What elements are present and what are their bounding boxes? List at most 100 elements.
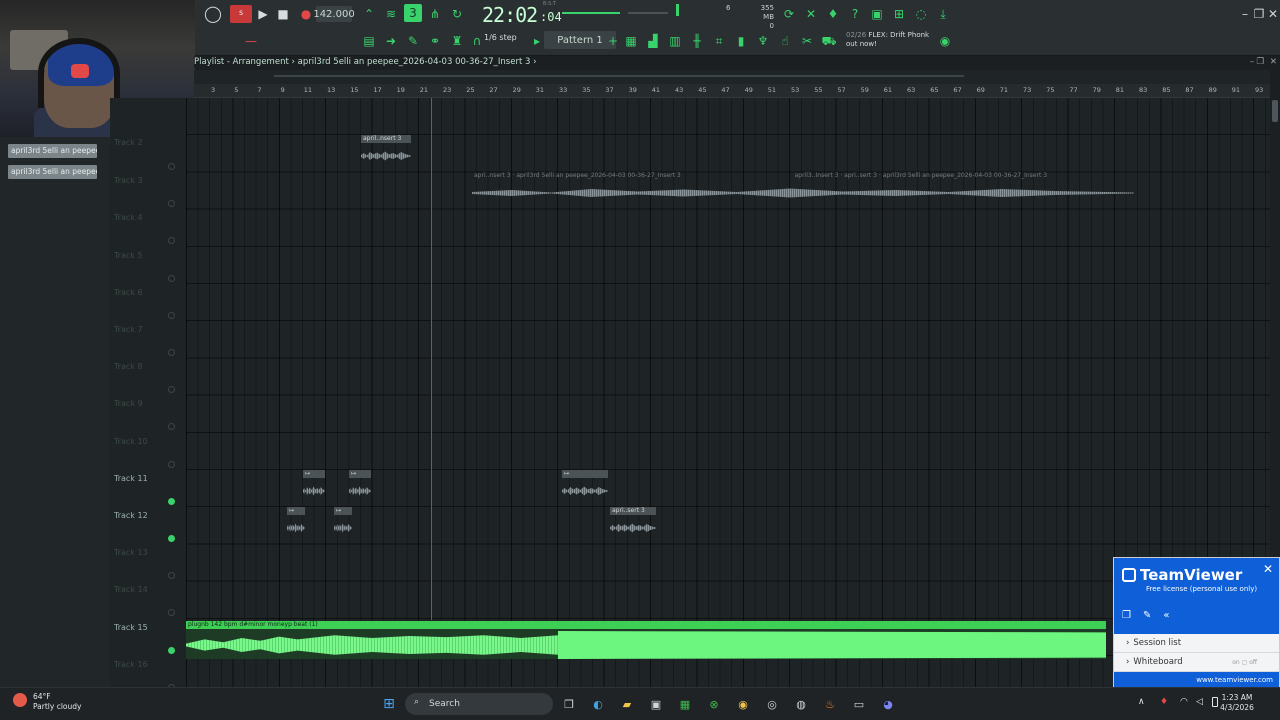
app-icon[interactable]: ▭: [850, 695, 868, 713]
playlist-icon[interactable]: ▦: [622, 32, 640, 50]
beat-audio-clip[interactable]: plugnb 142 bpm d#minor moneyp beat (1): [186, 621, 1106, 659]
timeline-ruler[interactable]: 3 5 7 9 11 13 15 17 19 21 23 25 27 29 31 33 35 37 39 41 43 45…: [194, 84, 1270, 98]
countdown-icon[interactable]: 3: [404, 4, 422, 22]
midi-icon[interactable]: ⊞: [890, 5, 908, 23]
playlist-title-bar[interactable]: Playlist - Arrangement › april3rd 5elli …: [194, 56, 1280, 68]
playhead-marker[interactable]: [431, 98, 432, 620]
loop-record-icon[interactable]: ↻: [448, 5, 466, 23]
track-mute-dot[interactable]: [168, 423, 175, 431]
track-name[interactable]: Track 12: [114, 511, 148, 520]
channel-rack-icon[interactable]: ▟: [644, 32, 662, 50]
audio-clip[interactable]: ↦: [349, 470, 371, 506]
download-icon[interactable]: ⤓: [934, 5, 952, 23]
track-mute-dot[interactable]: [168, 572, 175, 580]
track-name[interactable]: Track 14: [114, 585, 148, 594]
snap-selector[interactable]: 1/6 step: [484, 33, 517, 42]
plugin-database-icon[interactable]: ▮: [732, 32, 750, 50]
metronome-loop-icon[interactable]: ◯: [204, 5, 222, 23]
track-name[interactable]: Track 9: [114, 399, 143, 408]
track-name[interactable]: Track 2: [114, 138, 143, 147]
playlist-close-icon[interactable]: ✕: [1270, 56, 1277, 68]
audio-clip[interactable]: ↦: [562, 470, 608, 506]
xbox-icon[interactable]: ⊗: [705, 695, 723, 713]
track-mute-dot[interactable]: [168, 460, 175, 468]
pencil-icon[interactable]: ✎: [404, 32, 422, 50]
track-mute-dot[interactable]: [168, 200, 175, 208]
record-icon[interactable]: ●: [297, 5, 315, 23]
plugin-picker-icon[interactable]: ♆: [754, 32, 772, 50]
track-name[interactable]: Track 6: [114, 288, 143, 297]
session-list-row[interactable]: › Session list: [1114, 634, 1279, 653]
link-icon[interactable]: ⚭: [426, 32, 444, 50]
track-mute-dot[interactable]: [168, 535, 175, 542]
playlist-grid[interactable]: april..nsert 3 apri..nsert 3 · april3rd …: [186, 98, 1270, 687]
piano-roll-icon[interactable]: ▤: [360, 32, 378, 50]
arrow-right-icon[interactable]: ➜: [382, 32, 400, 50]
add-pattern-icon[interactable]: +: [604, 32, 622, 50]
track-name[interactable]: Track 4: [114, 213, 143, 222]
browser-icon[interactable]: ⌗: [710, 32, 728, 50]
picker-item[interactable]: april3rd 5elli an peepee_: [8, 144, 97, 158]
playlist-minimize-icon[interactable]: –: [1250, 56, 1254, 68]
file-explorer-icon[interactable]: ▰: [618, 695, 636, 713]
save-icon[interactable]: ▣: [868, 5, 886, 23]
fl-studio-icon[interactable]: ♨: [821, 695, 839, 713]
overview-thumb[interactable]: [274, 75, 964, 77]
discord-icon[interactable]: ◕: [879, 695, 897, 713]
wait-input-icon[interactable]: ≋: [382, 5, 400, 23]
mixer-icon[interactable]: ╫: [688, 32, 706, 50]
play-icon[interactable]: ▶: [254, 5, 272, 23]
audio-clip[interactable]: ↦: [303, 470, 325, 506]
playlist-restore-icon[interactable]: ❐: [1256, 56, 1264, 68]
whiteboard-toggle[interactable]: on ▢ off: [1232, 659, 1257, 666]
teamviewer-close-icon[interactable]: ✕: [1263, 562, 1273, 576]
edge-icon[interactable]: ◐: [589, 695, 607, 713]
track-mute-dot[interactable]: [168, 609, 175, 617]
track-mute-dot[interactable]: [168, 237, 175, 245]
step-edit-icon[interactable]: ⋔: [426, 5, 444, 23]
teamviewer-url[interactable]: www.teamviewer.com: [1114, 672, 1279, 688]
news-globe-icon[interactable]: ◉: [936, 32, 954, 50]
audio-clip[interactable]: april..nsert 3: [361, 135, 411, 171]
master-pitch-slider[interactable]: [628, 12, 668, 14]
minecraft-icon[interactable]: ▦: [676, 695, 694, 713]
steam-icon[interactable]: ◍: [792, 695, 810, 713]
help-icon[interactable]: ?: [846, 5, 864, 23]
collapse-icon[interactable]: «: [1163, 610, 1169, 621]
track-name[interactable]: Track 5: [114, 251, 143, 260]
touch-icon[interactable]: ☝: [776, 32, 794, 50]
track-name[interactable]: Track 10: [114, 437, 148, 446]
audio-clip[interactable]: apri..nsert 3 · april3rd 5elli an peepee…: [472, 172, 1134, 208]
track-mute-dot[interactable]: [168, 497, 175, 505]
track-name[interactable]: Track 3: [114, 176, 143, 185]
track-mute-dot[interactable]: [168, 311, 175, 319]
shop-icon[interactable]: ⛟: [820, 32, 838, 50]
windows-start-icon[interactable]: ⊞: [380, 695, 398, 713]
master-volume-slider[interactable]: [562, 12, 620, 14]
copy-icon[interactable]: ❐: [1122, 610, 1131, 621]
refresh-icon[interactable]: ⟳: [780, 5, 798, 23]
x-tool-icon[interactable]: ✕: [802, 5, 820, 23]
tempo-display[interactable]: 142.000: [313, 6, 355, 22]
weather-widget[interactable]: 64°F Partly cloudy: [33, 692, 81, 712]
stop-icon[interactable]: ■: [274, 5, 292, 23]
task-view-icon[interactable]: ❐: [560, 695, 578, 713]
track-mute-dot[interactable]: [168, 349, 175, 356]
track-name[interactable]: Track 13: [114, 548, 148, 557]
store-icon[interactable]: ▣: [647, 695, 665, 713]
window-close-icon[interactable]: ✕: [1264, 5, 1280, 23]
audio-clip[interactable]: ↦: [287, 507, 305, 543]
track-name[interactable]: Track 8: [114, 362, 143, 371]
piano-icon[interactable]: ▥: [666, 32, 684, 50]
track-name[interactable]: Track 15: [114, 623, 148, 632]
audio-clip[interactable]: ↦: [334, 507, 352, 543]
mic-tray-icon[interactable]: ♦: [1160, 697, 1168, 707]
chat-icon[interactable]: ◌: [912, 5, 930, 23]
typing-keyboard-icon[interactable]: ⌃: [360, 5, 378, 23]
volume-icon[interactable]: ◁: [1196, 697, 1203, 707]
pat-song-toggle[interactable]: S: [230, 5, 252, 23]
ea-icon[interactable]: ◎: [763, 695, 781, 713]
whiteboard-row[interactable]: › Whiteboard on ▢ off: [1114, 653, 1279, 672]
chrome-icon[interactable]: ◉: [734, 695, 752, 713]
system-clock[interactable]: 1:23 AM 4/3/2026: [1212, 693, 1262, 713]
